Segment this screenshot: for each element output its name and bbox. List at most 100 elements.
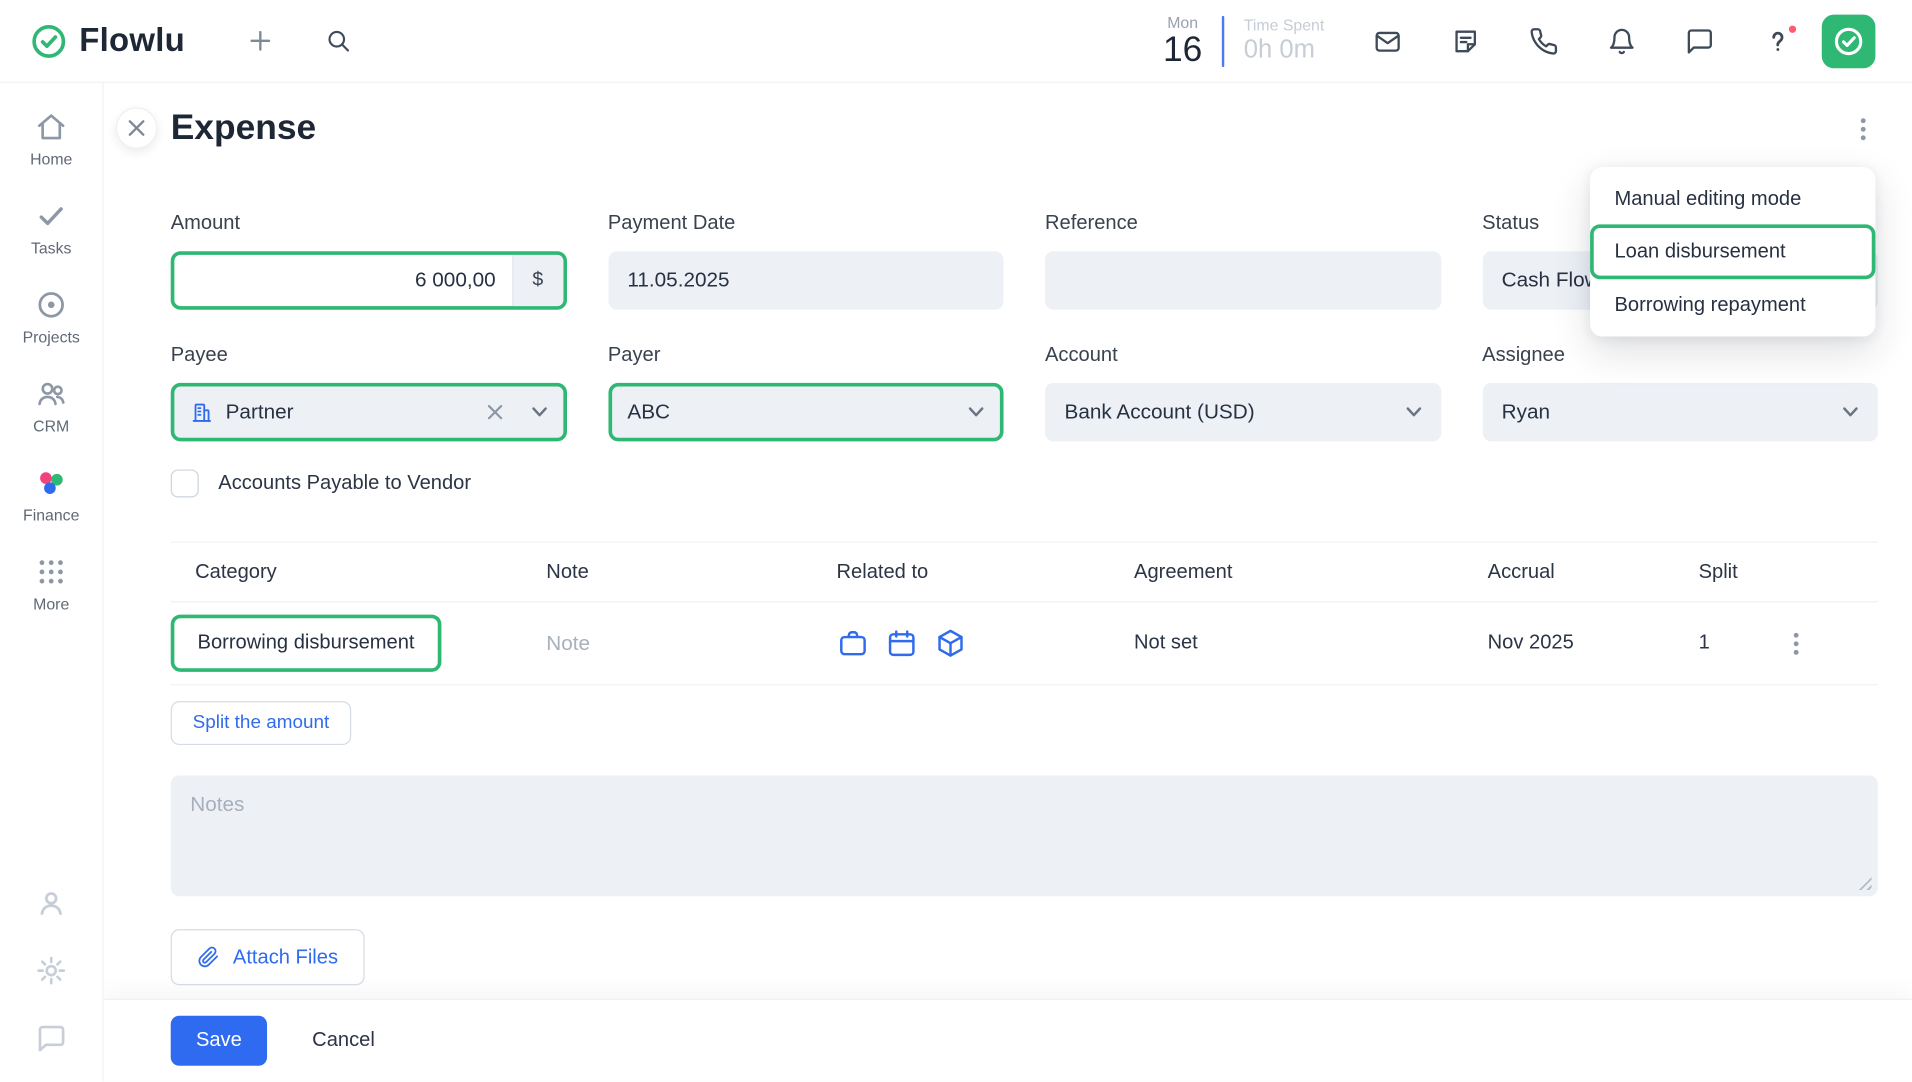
column-header-split: Split (1699, 560, 1789, 583)
close-button[interactable] (116, 107, 157, 148)
assignee-value: Ryan (1502, 400, 1550, 424)
flowlu-logo-icon (30, 23, 67, 60)
more-grid-icon (35, 556, 67, 588)
chat-icon[interactable] (1685, 26, 1714, 55)
sidebar-item-projects[interactable]: Projects (0, 273, 102, 362)
help-icon[interactable] (1763, 26, 1792, 55)
package-icon[interactable] (934, 627, 967, 660)
reference-field: Reference (1045, 212, 1441, 310)
split-value[interactable]: 1 (1699, 632, 1710, 654)
sidebar-bottom-icons (35, 886, 67, 1081)
agreement-value[interactable]: Not set (1134, 632, 1198, 654)
user-avatar[interactable] (1822, 14, 1876, 68)
attach-files-button[interactable]: Attach Files (171, 929, 365, 985)
search-button[interactable] (325, 28, 351, 54)
column-header-accrual: Accrual (1488, 560, 1699, 583)
table-row: Borrowing disbursement (171, 602, 1878, 685)
menu-item-borrowing-repayment[interactable]: Borrowing repayment (1590, 279, 1875, 330)
create-new-button[interactable] (246, 27, 274, 55)
column-header-category: Category (171, 560, 547, 583)
projects-target-icon (35, 289, 67, 321)
note-input[interactable] (546, 631, 822, 655)
finance-icon (35, 467, 67, 499)
status-value: Cash Flow (1502, 268, 1600, 292)
expense-type-menu: Manual editing mode Loan disbursement Bo… (1590, 167, 1875, 336)
sidebar-item-home[interactable]: Home (0, 95, 102, 184)
sidebar-label: Projects (23, 328, 80, 346)
payee-field: Payee Partner (171, 344, 567, 442)
save-button[interactable]: Save (171, 1016, 267, 1066)
accounts-payable-row: Accounts Payable to Vendor (171, 469, 1878, 497)
paperclip-icon (198, 946, 220, 968)
form-footer: Save Cancel (104, 1000, 1912, 1082)
payer-label: Payer (608, 344, 1004, 367)
day-number: 16 (1163, 31, 1202, 68)
split-amount-button[interactable]: Split the amount (171, 701, 351, 745)
organization-building-icon (190, 401, 213, 424)
menu-item-loan-disbursement[interactable]: Loan disbursement (1590, 224, 1875, 279)
column-header-agreement: Agreement (1134, 560, 1488, 583)
time-spent-value: 0h 0m (1244, 34, 1339, 66)
menu-item-manual-editing-mode[interactable]: Manual editing mode (1590, 173, 1875, 224)
sidebar-item-finance[interactable]: Finance (0, 451, 102, 540)
notification-dot (1786, 23, 1798, 35)
phone-icon[interactable] (1529, 26, 1558, 55)
mail-icon[interactable] (1373, 26, 1402, 55)
sidebar-item-tasks[interactable]: Tasks (0, 184, 102, 273)
topbar-right-cluster: Mon 16 Time Spent 0h 0m (1163, 13, 1875, 68)
support-person-icon[interactable] (35, 886, 67, 918)
account-select[interactable]: Bank Account (USD) (1045, 383, 1441, 442)
notes-textarea[interactable] (171, 776, 1878, 897)
payer-value: ABC (627, 400, 670, 424)
brand-logo[interactable]: Flowlu (30, 22, 184, 60)
calendar-icon[interactable] (885, 627, 918, 660)
time-spent[interactable]: Time Spent 0h 0m (1244, 16, 1339, 66)
page-title: Expense (171, 108, 316, 148)
briefcase-icon[interactable] (837, 627, 870, 660)
topbar-divider (1222, 15, 1224, 66)
brand-name: Flowlu (79, 22, 185, 60)
assignee-select[interactable]: Ryan (1482, 383, 1878, 442)
payment-date-field: Payment Date (608, 212, 1004, 310)
amount-field: Amount $ (171, 212, 567, 310)
payment-date-input[interactable] (608, 251, 1004, 310)
sidebar-label: More (33, 595, 69, 613)
clear-payee-icon[interactable] (482, 400, 506, 424)
row-menu-button[interactable] (1789, 627, 1804, 659)
payment-date-label: Payment Date (608, 212, 1004, 235)
time-spent-label: Time Spent (1244, 16, 1339, 34)
app-window: Flowlu Mon 16 Time Spent 0h 0m (0, 0, 1912, 1082)
account-value: Bank Account (USD) (1065, 400, 1255, 424)
accounts-payable-checkbox[interactable] (171, 469, 199, 497)
category-select[interactable]: Borrowing disbursement (171, 615, 442, 672)
reference-label: Reference (1045, 212, 1441, 235)
chevron-down-icon (531, 407, 547, 418)
payer-select[interactable]: ABC (608, 383, 1004, 442)
amount-label: Amount (171, 212, 567, 235)
chevron-down-icon (1405, 407, 1421, 418)
account-label: Account (1045, 344, 1441, 367)
sidebar-item-crm[interactable]: CRM (0, 362, 102, 451)
app-canvas: Flowlu Mon 16 Time Spent 0h 0m (0, 0, 1912, 1082)
accrual-value[interactable]: Nov 2025 (1488, 632, 1574, 654)
currency-suffix: $ (512, 255, 563, 306)
topbar: Flowlu Mon 16 Time Spent 0h 0m (0, 0, 1912, 83)
payee-label: Payee (171, 344, 567, 367)
more-options-button[interactable] (1856, 113, 1871, 145)
cancel-button[interactable]: Cancel (312, 1029, 375, 1052)
feedback-chat-icon[interactable] (35, 1023, 67, 1055)
calendar-date[interactable]: Mon 16 (1163, 13, 1202, 68)
notifications-bell-icon[interactable] (1607, 26, 1636, 55)
sidebar-item-more[interactable]: More (0, 540, 102, 629)
tasks-check-icon (35, 200, 67, 232)
column-header-related-to: Related to (837, 560, 1135, 583)
close-icon (128, 120, 145, 137)
payee-select[interactable]: Partner (171, 383, 567, 442)
gear-icon[interactable] (35, 955, 67, 987)
sidebar-label: CRM (33, 417, 69, 435)
amount-input[interactable] (174, 255, 511, 306)
day-label: Mon (1163, 13, 1202, 31)
reference-input[interactable] (1045, 251, 1441, 310)
notes-icon[interactable] (1451, 26, 1480, 55)
accounts-payable-label: Accounts Payable to Vendor (218, 472, 471, 495)
